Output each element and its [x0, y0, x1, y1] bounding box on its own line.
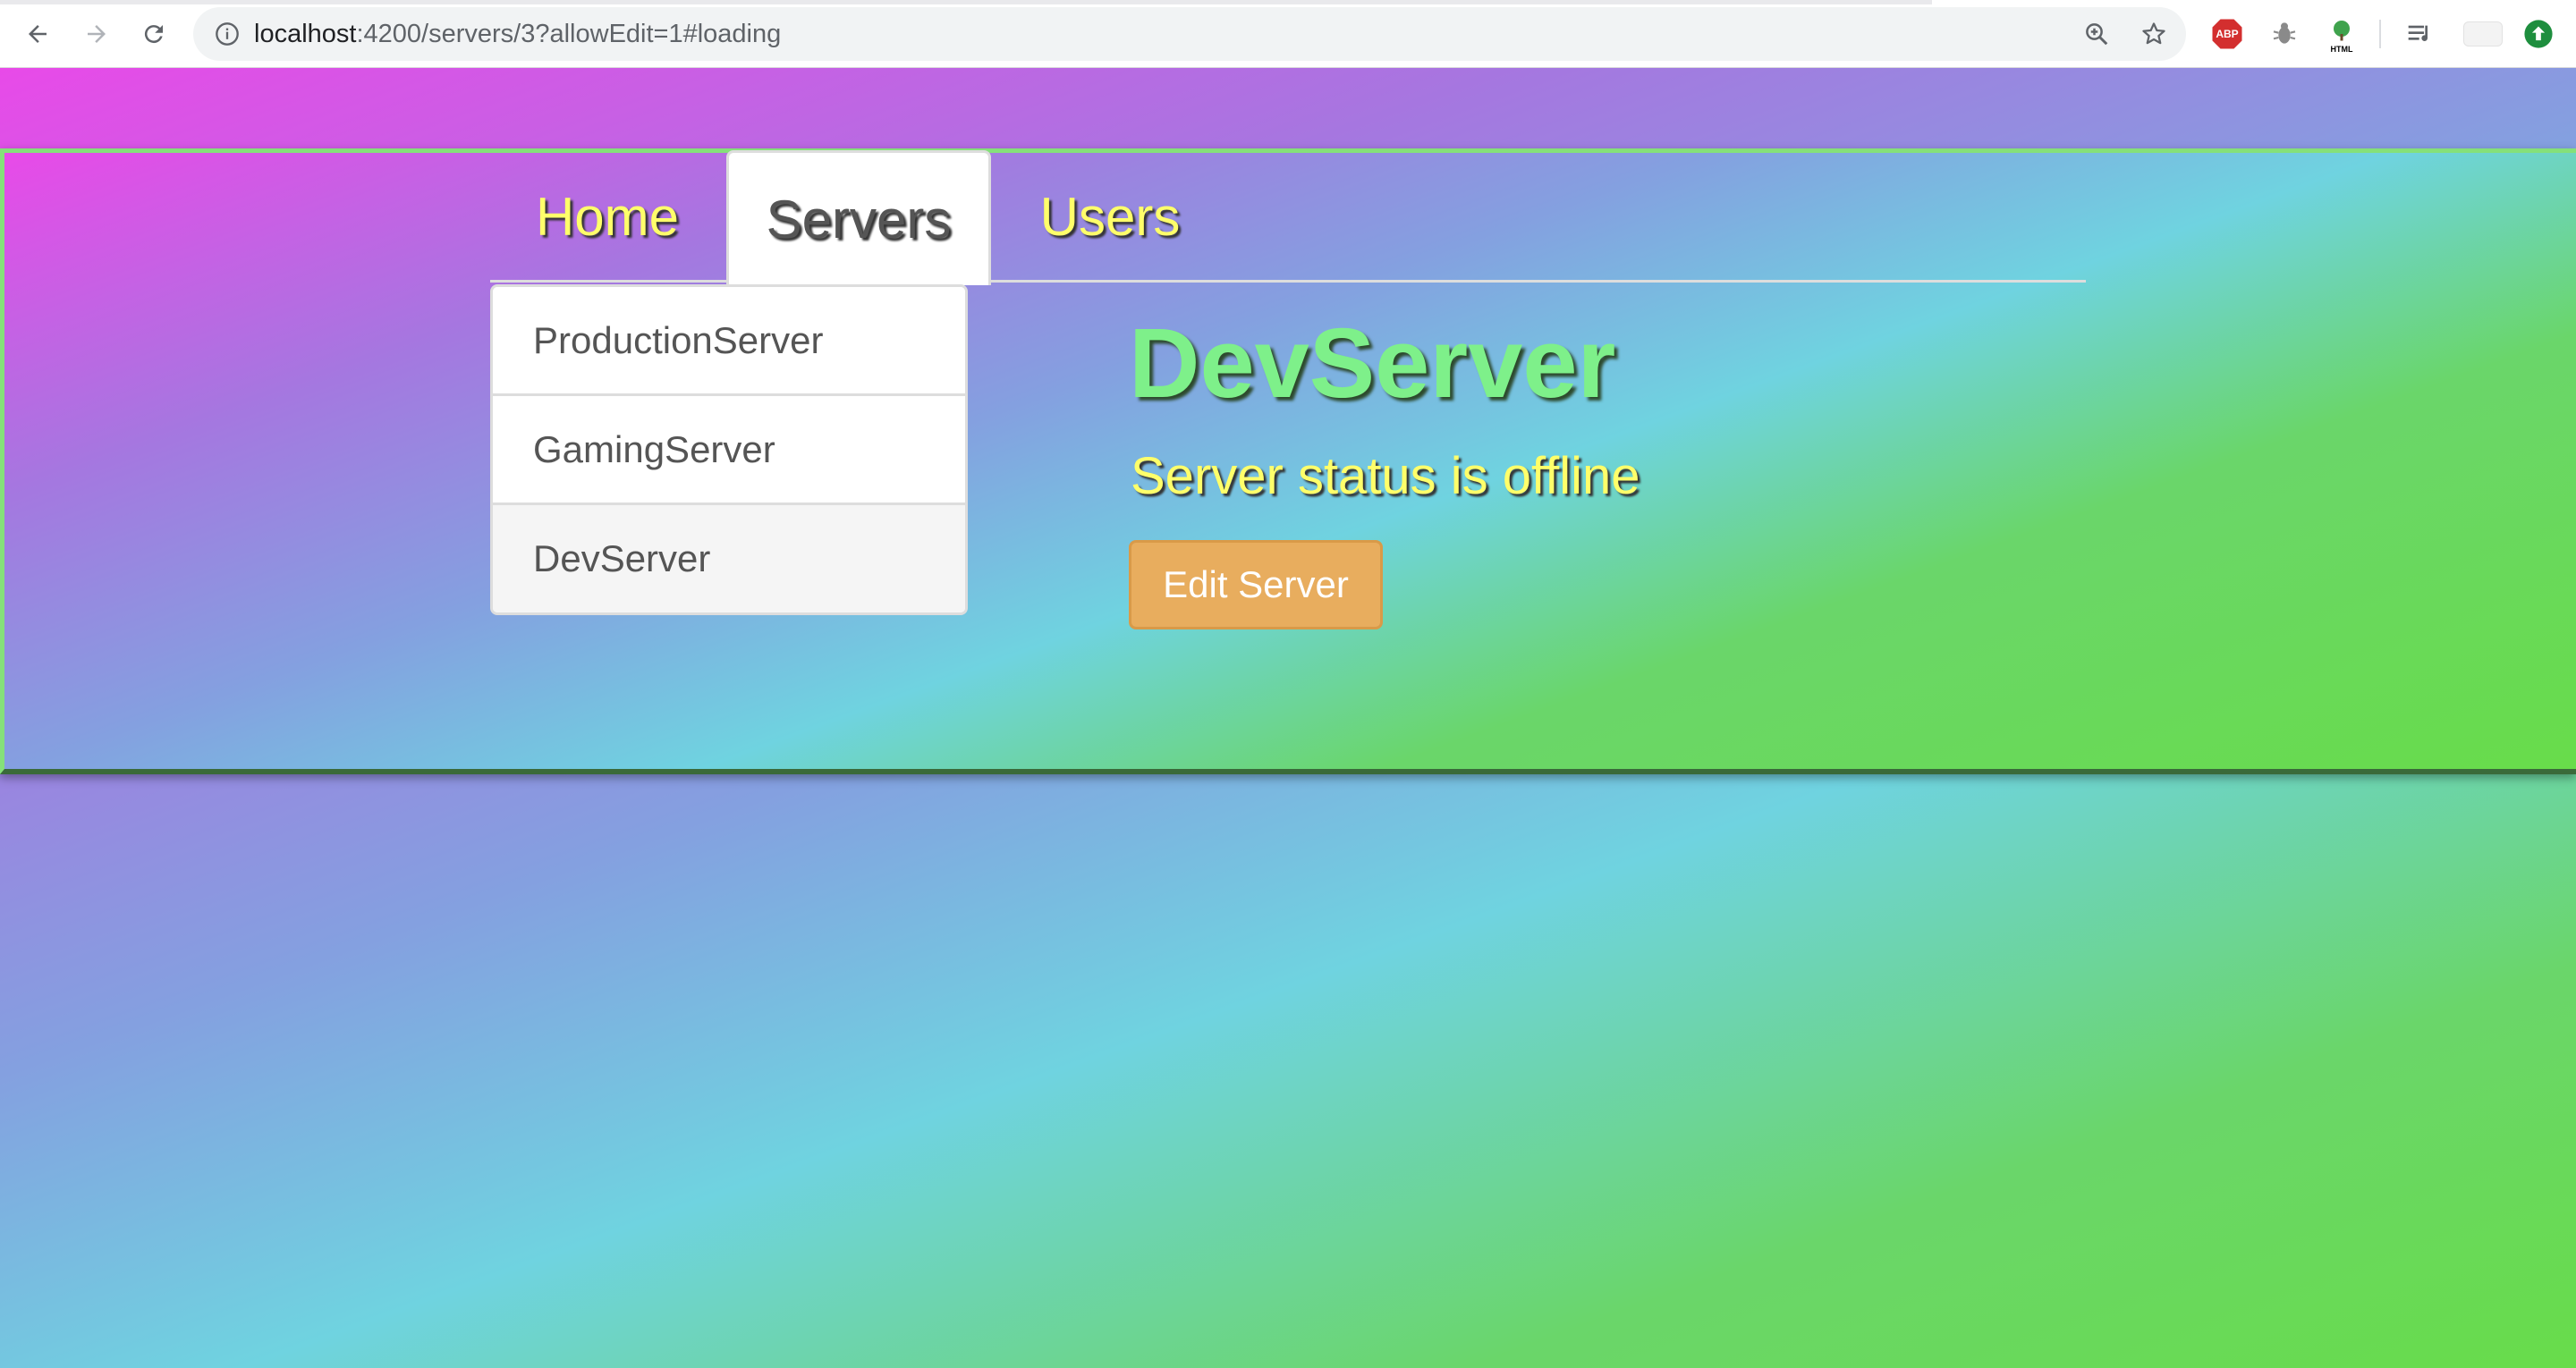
server-list-item-label: GamingServer: [533, 427, 775, 470]
adblock-icon[interactable]: ABP: [2209, 16, 2245, 52]
browser-toolbar: localhost:4200/servers/3?allowEdit=1#loa…: [0, 0, 2576, 68]
update-icon[interactable]: [2521, 16, 2556, 52]
url-text: localhost:4200/servers/3?allowEdit=1#loa…: [254, 20, 781, 48]
profile-icon[interactable]: [2462, 16, 2504, 52]
tab-servers-label: Servers: [766, 189, 952, 249]
tab-servers[interactable]: Servers: [726, 150, 991, 285]
server-list-item-dev[interactable]: DevServer: [493, 505, 965, 612]
url-path: :4200/servers/3?allowEdit=1#loading: [356, 20, 782, 48]
server-list-item-production[interactable]: ProductionServer: [493, 287, 965, 396]
server-list-item-label: DevServer: [533, 537, 711, 579]
server-list: ProductionServer GamingServer DevServer: [490, 284, 968, 615]
star-icon[interactable]: [2138, 18, 2170, 50]
back-arrow-icon[interactable]: [18, 14, 57, 54]
html-label: HTML: [2330, 45, 2353, 54]
info-icon[interactable]: [211, 18, 243, 50]
edit-server-button[interactable]: Edit Server: [1129, 540, 1383, 629]
tab-users[interactable]: Users: [993, 150, 1227, 283]
server-list-item-label: ProductionServer: [533, 318, 824, 361]
tab-users-label: Users: [1039, 186, 1181, 247]
reload-icon[interactable]: [134, 14, 174, 54]
tab-home[interactable]: Home: [490, 150, 724, 283]
bug-icon[interactable]: [2267, 16, 2302, 52]
server-status-text: Server status is offline: [1131, 447, 1640, 505]
forward-arrow-icon[interactable]: [77, 14, 116, 54]
url-host: localhost: [254, 20, 357, 48]
reading-list-icon[interactable]: [2402, 16, 2438, 52]
server-name-heading: DevServer: [1129, 308, 1616, 418]
adblock-label: ABP: [2216, 28, 2239, 40]
server-list-item-gaming[interactable]: GamingServer: [493, 396, 965, 505]
address-bar[interactable]: localhost:4200/servers/3?allowEdit=1#loa…: [193, 7, 2186, 61]
zoom-icon[interactable]: [2080, 18, 2113, 50]
toolbar-divider: [2379, 20, 2381, 48]
nav-tabs: Home Servers Users: [490, 150, 2086, 285]
tree-html-icon[interactable]: HTML: [2324, 16, 2360, 54]
tab-home-label: Home: [535, 186, 680, 247]
edit-server-button-label: Edit Server: [1163, 563, 1349, 605]
loading-progress-bar: [0, 0, 1932, 4]
